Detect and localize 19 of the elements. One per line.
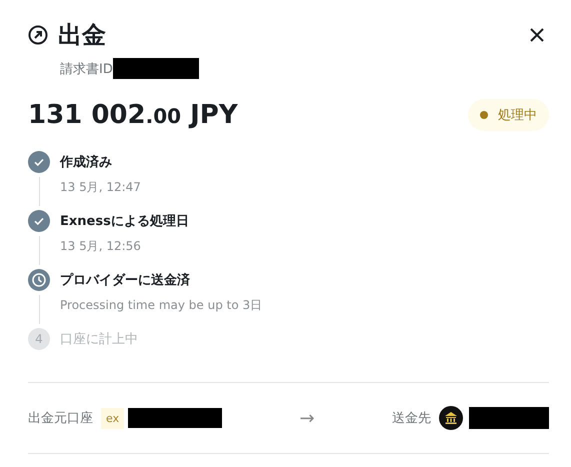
page-title: 出金 xyxy=(58,20,107,51)
step-title: Exnessによる処理日 xyxy=(60,213,189,230)
logo: ex xyxy=(101,408,124,428)
step-detail: 13 5月, 12:47 xyxy=(60,179,141,196)
amount: 131 002.00 JPY xyxy=(28,100,238,130)
arrow-up-right-circle-icon xyxy=(28,25,48,45)
step-title: プロバイダーに送金済 xyxy=(60,272,191,289)
source-account-label: 出金元口座 xyxy=(28,410,93,427)
destination-label: 送金先 xyxy=(392,410,431,427)
status-label: 処理中 xyxy=(498,107,537,124)
step-number: 4 xyxy=(28,328,50,350)
invoice-id-label: 請求書ID xyxy=(60,60,113,78)
close-icon[interactable] xyxy=(529,27,545,43)
step-title: 口座に計上中 xyxy=(60,331,138,348)
arrow: → xyxy=(298,408,316,428)
step-detail: Processing time may be up to 3日 xyxy=(60,297,262,314)
step-detail: 13 5月, 12:56 xyxy=(60,238,142,255)
bank-icon xyxy=(439,406,463,430)
step-title: 作成済み xyxy=(60,154,113,171)
